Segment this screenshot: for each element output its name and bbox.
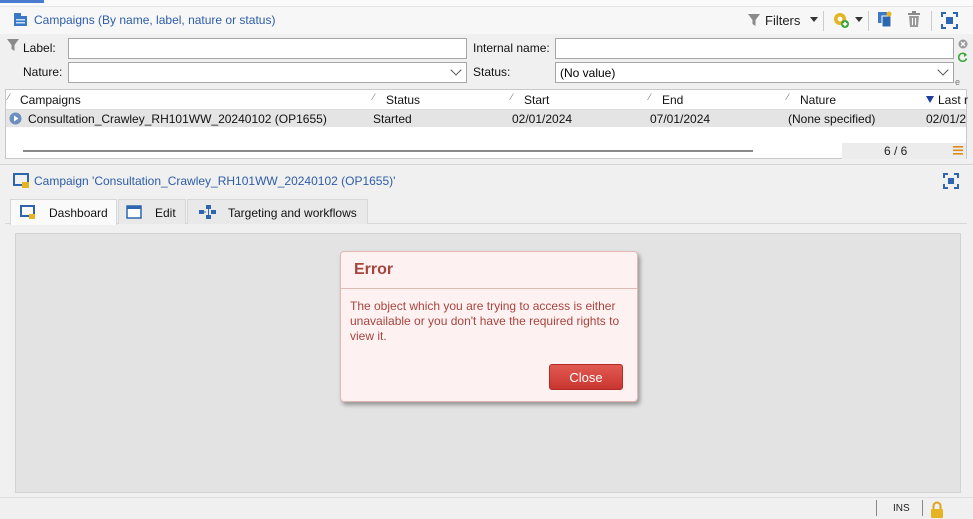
new-dropdown-icon[interactable] — [855, 17, 863, 22]
status-divider — [876, 500, 877, 516]
tab-dashboard-label: Dashboard — [49, 206, 108, 220]
column-header-last[interactable]: Last r — [938, 93, 968, 107]
overflow-marker: e — [955, 77, 961, 87]
filters-button[interactable]: Filters — [765, 13, 800, 28]
clear-filter-icon[interactable] — [958, 39, 968, 49]
dialog-message: The object which you are trying to acces… — [350, 299, 620, 343]
campaigns-icon — [14, 13, 27, 26]
chevron-down-icon — [937, 64, 949, 76]
nature-select[interactable] — [68, 62, 467, 83]
toolbar-divider — [823, 11, 824, 31]
filter-funnel-icon — [7, 39, 19, 51]
cell-status: Started — [373, 112, 412, 126]
toolbar-divider — [931, 11, 932, 31]
close-button[interactable]: Close — [549, 364, 623, 390]
refresh-icon[interactable] — [958, 52, 968, 62]
tab-dashboard[interactable]: Dashboard — [10, 199, 117, 225]
lock-icon — [931, 501, 943, 518]
workflow-icon — [199, 205, 216, 219]
sort-icon: ⁄ — [373, 92, 375, 102]
sort-icon: ⁄ — [649, 92, 651, 102]
status-select-value: (No value) — [560, 66, 616, 80]
cell-start: 02/01/2024 — [512, 112, 573, 126]
dialog-divider — [341, 288, 637, 289]
label-input[interactable] — [68, 38, 467, 59]
status-select[interactable]: (No value) — [555, 62, 954, 83]
cell-nature: (None specified) — [788, 112, 876, 126]
sort-icon: ⁄ — [787, 92, 789, 102]
maximize-icon[interactable] — [943, 173, 959, 189]
detail-title: Campaign 'Consultation_Crawley_RH101WW_2… — [34, 174, 396, 188]
campaign-play-icon — [9, 112, 22, 125]
column-header-nature[interactable]: Nature — [800, 93, 836, 107]
cell-campaign-name: Consultation_Crawley_RH101WW_20240102 (O… — [28, 112, 327, 126]
internal-name-label: Internal name: — [473, 41, 550, 55]
insert-mode-indicator: INS — [893, 503, 910, 514]
internal-name-input[interactable] — [555, 38, 954, 59]
list-title: Campaigns (By name, label, nature or sta… — [34, 13, 276, 27]
new-item-icon[interactable] — [832, 11, 850, 29]
column-header-campaigns[interactable]: Campaigns — [20, 93, 81, 107]
filter-funnel-icon[interactable] — [747, 13, 761, 27]
duplicate-icon[interactable] — [877, 11, 893, 28]
delete-icon[interactable] — [906, 11, 922, 28]
label-field-label: Label: — [23, 41, 56, 55]
panel-divider — [0, 164, 973, 165]
column-settings-icon[interactable] — [953, 146, 963, 155]
cell-end: 07/01/2024 — [650, 112, 711, 126]
sort-descending-icon — [926, 96, 934, 103]
maximize-icon[interactable] — [941, 12, 958, 29]
sort-icon: ⁄ — [8, 92, 10, 102]
chevron-down-icon — [450, 64, 462, 76]
toolbar-divider — [868, 11, 869, 31]
column-header-end[interactable]: End — [662, 93, 683, 107]
filters-dropdown-icon[interactable] — [810, 17, 818, 22]
horizontal-scrollbar[interactable] — [23, 150, 753, 152]
column-header-start[interactable]: Start — [524, 93, 549, 107]
top-strip — [0, 0, 973, 7]
status-bar — [0, 497, 973, 519]
status-label: Status: — [473, 65, 511, 79]
tab-targeting-label: Targeting and workflows — [228, 206, 357, 220]
top-accent — [0, 0, 44, 3]
status-divider — [922, 500, 923, 516]
campaign-detail-icon — [13, 173, 29, 188]
record-count: 6 / 6 — [884, 144, 908, 158]
sort-icon: ⁄ — [511, 92, 513, 102]
edit-icon — [126, 205, 142, 219]
tab-targeting-workflows[interactable]: Targeting and workflows — [187, 199, 368, 224]
dialog-title: Error — [354, 261, 394, 278]
cell-last: 02/01/2 — [926, 112, 967, 126]
tab-edit[interactable]: Edit — [118, 199, 186, 224]
column-header-status[interactable]: Status — [386, 93, 420, 107]
nature-label: Nature: — [23, 65, 63, 79]
tab-edit-label: Edit — [155, 206, 176, 220]
dashboard-icon — [20, 205, 35, 219]
